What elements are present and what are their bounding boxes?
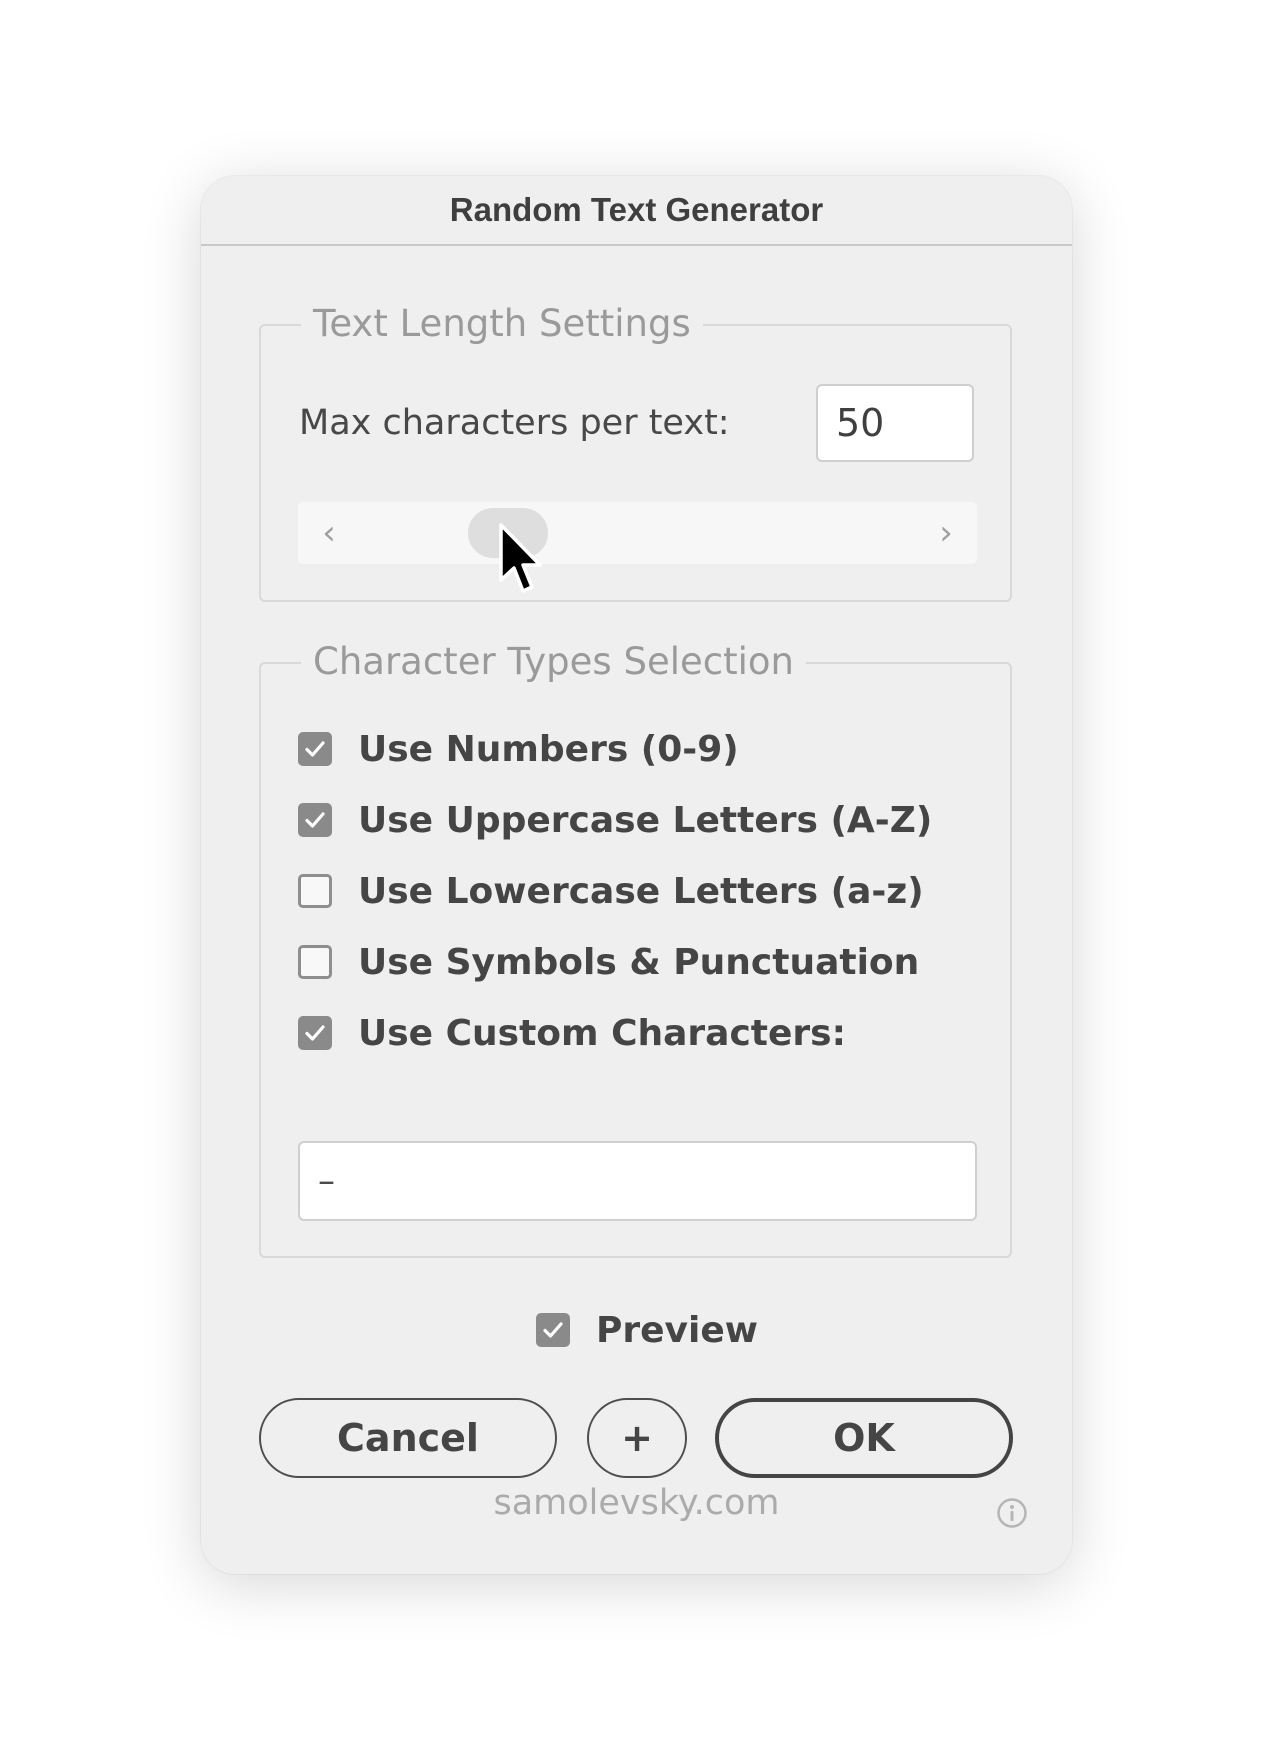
checkmark-icon — [305, 812, 325, 828]
random-text-generator-dialog: Random Text Generator Text Length Settin… — [201, 176, 1072, 1574]
option-custom[interactable]: Use Custom Characters: — [298, 1008, 846, 1058]
info-icon[interactable] — [996, 1497, 1028, 1529]
option-uppercase-label: Use Uppercase Letters (A-Z) — [358, 799, 933, 841]
mouse-pointer-icon — [499, 523, 542, 593]
dialog-title: Random Text Generator — [449, 191, 824, 228]
option-lowercase-label: Use Lowercase Letters (a-z) — [358, 870, 924, 912]
cancel-button[interactable]: Cancel — [259, 1398, 557, 1478]
title-bar[interactable]: Random Text Generator — [201, 176, 1072, 246]
preview-option[interactable]: Preview — [536, 1305, 758, 1355]
text-length-settings-group: Text Length Settings Max characters per … — [259, 299, 1012, 602]
max-characters-label: Max characters per text: — [299, 403, 730, 443]
character-types-group: Character Types Selection Use Numbers (0… — [259, 637, 1012, 1258]
checkmark-icon — [305, 1025, 325, 1041]
max-characters-input[interactable]: 50 — [816, 384, 974, 462]
max-characters-slider[interactable]: ‹ › — [298, 502, 977, 564]
text-length-legend: Text Length Settings — [301, 299, 703, 349]
custom-characters-input[interactable]: – — [298, 1141, 977, 1221]
option-symbols[interactable]: Use Symbols & Punctuation — [298, 937, 919, 987]
preview-label: Preview — [596, 1309, 759, 1351]
footer-link[interactable]: samolevsky.com — [201, 1476, 1072, 1530]
checkbox-preview[interactable] — [536, 1313, 570, 1347]
option-symbols-label: Use Symbols & Punctuation — [358, 941, 920, 983]
option-numbers-label: Use Numbers (0-9) — [358, 728, 739, 770]
ok-button[interactable]: OK — [715, 1398, 1013, 1478]
checkbox-lowercase[interactable] — [298, 874, 332, 908]
option-numbers[interactable]: Use Numbers (0-9) — [298, 724, 739, 774]
checkmark-icon — [305, 741, 325, 757]
slider-left-arrow-icon[interactable]: ‹ — [304, 502, 354, 564]
checkmark-icon — [543, 1322, 563, 1338]
option-custom-label: Use Custom Characters: — [358, 1012, 847, 1054]
checkbox-uppercase[interactable] — [298, 803, 332, 837]
slider-right-arrow-icon[interactable]: › — [921, 502, 971, 564]
character-types-legend: Character Types Selection — [301, 637, 806, 687]
checkbox-custom[interactable] — [298, 1016, 332, 1050]
add-button[interactable]: + — [587, 1398, 687, 1478]
option-uppercase[interactable]: Use Uppercase Letters (A-Z) — [298, 795, 932, 845]
option-lowercase[interactable]: Use Lowercase Letters (a-z) — [298, 866, 924, 916]
checkbox-numbers[interactable] — [298, 732, 332, 766]
checkbox-symbols[interactable] — [298, 945, 332, 979]
